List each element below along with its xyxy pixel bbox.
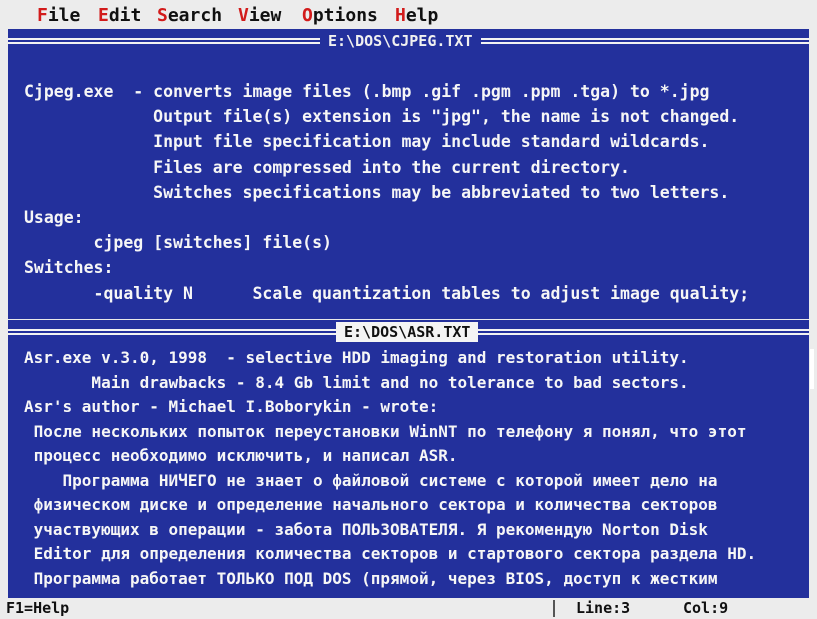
pane-title-box: E:\DOS\ASR.TXT <box>336 322 479 342</box>
menu-help-label: elp <box>405 5 439 26</box>
menu-view[interactable]: View <box>238 6 281 26</box>
menu-view-label: iew <box>248 5 282 26</box>
status-line-number: Line:3 <box>576 599 631 617</box>
status-bar: F1=Help Line:3 Col:9 <box>0 598 817 619</box>
text-line: участвующих в операции - забота ПОЛЬЗОВА… <box>24 519 708 539</box>
editor-pane-cjpeg[interactable]: E:\DOS\CJPEG.TXT Cjpeg.exe - converts im… <box>8 29 809 319</box>
editor-pane-asr[interactable]: E:\DOS\ASR.TXT Asr.exe v.3.0, 1998 - sel… <box>8 320 809 598</box>
text-line: Asr.exe v.3.0, 1998 - selective HDD imag… <box>24 348 689 367</box>
text-line: Files are compressed into the current di… <box>24 157 630 177</box>
text-line: Output file(s) extension is "jpg", the n… <box>24 107 740 127</box>
text-line: Switches: <box>24 258 114 278</box>
status-column-number: Col:9 <box>683 599 729 617</box>
menu-help[interactable]: Help <box>395 6 438 26</box>
text-line: Программа НИЧЕГО не знает о файловой сис… <box>24 470 718 490</box>
window-right-edge <box>809 29 817 599</box>
menu-search-label: earch <box>167 5 223 26</box>
text-line: -quality N Scale quantization tables to … <box>24 283 750 303</box>
text-line: Switches specifications may be abbreviat… <box>24 182 730 202</box>
menu-search-hotkey: S <box>157 5 168 26</box>
text-line: Программа работает ТОЛЬКО ПОД DOS (прямо… <box>24 568 718 588</box>
menu-options-label: ptions <box>312 5 378 26</box>
pane-title-box: E:\DOS\CJPEG.TXT <box>320 31 481 51</box>
scrollbar-thumb[interactable] <box>810 349 814 389</box>
status-divider <box>553 600 555 617</box>
pane-content: Asr.exe v.3.0, 1998 - selective HDD imag… <box>24 346 801 591</box>
menu-bar: File Edit Search View Options Help <box>0 0 817 29</box>
menu-file-label: ile <box>47 5 81 26</box>
menu-search[interactable]: Search <box>157 6 222 26</box>
text-line: физическом диске и определение начальног… <box>24 495 718 514</box>
text-line: После нескольких попыток переустановки W… <box>24 421 747 441</box>
menu-file[interactable]: File <box>37 6 80 26</box>
window-left-edge <box>0 29 8 599</box>
pane-title: E:\DOS\ASR.TXT <box>344 323 471 341</box>
menu-edit-hotkey: E <box>98 5 109 26</box>
text-line: cjpeg [switches] file(s) <box>24 233 332 253</box>
text-line: Usage: <box>24 207 84 227</box>
menu-help-hotkey: H <box>395 5 406 26</box>
menu-view-hotkey: V <box>238 5 249 26</box>
pane-title: E:\DOS\CJPEG.TXT <box>328 32 473 50</box>
text-line: Editor для определения количества сектор… <box>24 544 757 563</box>
menu-options[interactable]: Options <box>302 6 378 26</box>
text-line: Input file specification may include sta… <box>24 132 710 152</box>
text-line: Main drawbacks - 8.4 Gb limit and no tol… <box>24 372 689 392</box>
pane-content: Cjpeg.exe - converts image files (.bmp .… <box>24 79 801 306</box>
menu-edit-label: dit <box>108 5 142 26</box>
text-line: процесс необходимо исключить, и написал … <box>24 446 458 465</box>
menu-file-hotkey: F <box>37 5 48 26</box>
status-help-hint[interactable]: F1=Help <box>6 598 69 619</box>
text-line: Asr's author - Michael I.Boborykin - wro… <box>24 397 439 416</box>
menu-edit[interactable]: Edit <box>98 6 141 26</box>
text-line: Cjpeg.exe - converts image files (.bmp .… <box>24 82 710 101</box>
menu-options-hotkey: O <box>302 5 313 26</box>
